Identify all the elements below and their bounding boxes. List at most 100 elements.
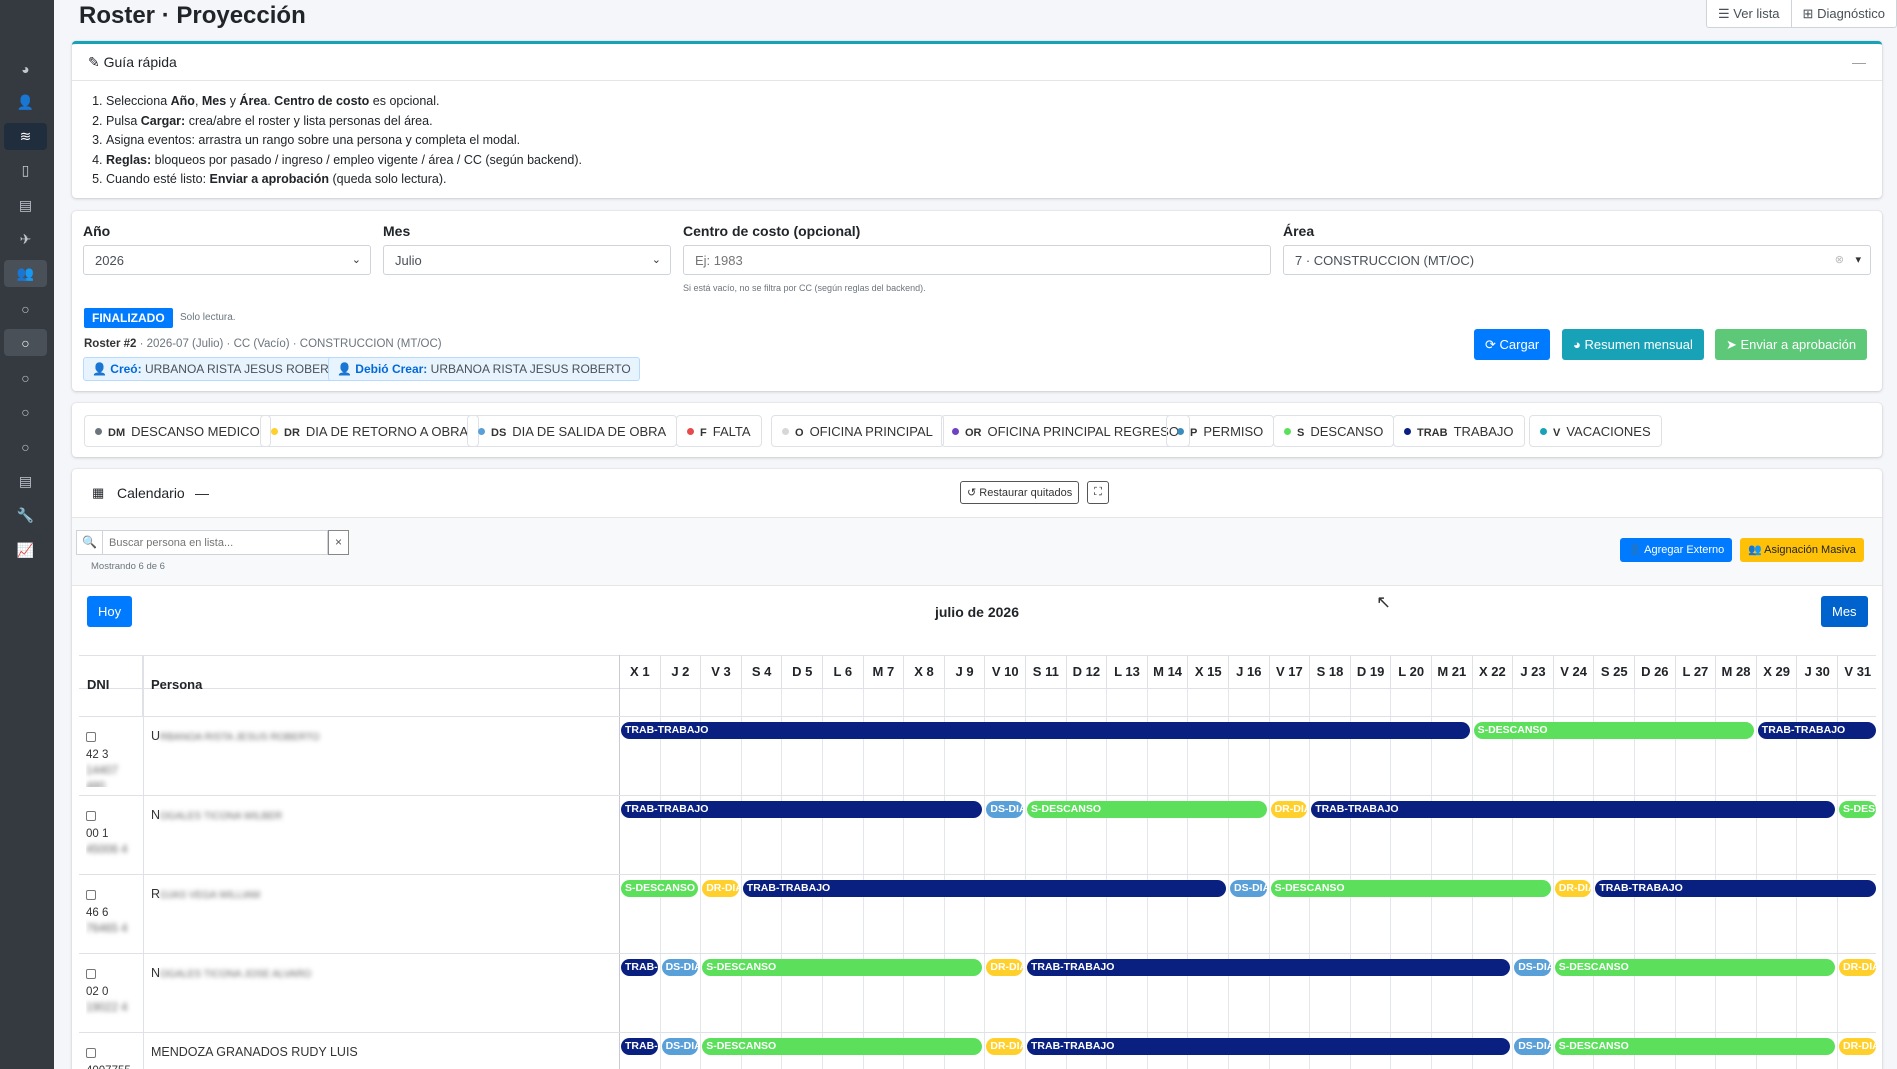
restore-removed-button[interactable]: ↺ Restaurar quitados <box>960 481 1080 504</box>
roster-event-bar[interactable]: S-DESCANSO <box>1473 722 1754 739</box>
month-select[interactable]: Julio ⌄ <box>383 245 671 275</box>
dni-cell: 02 0 19022 4 <box>86 984 136 1024</box>
quick-guide-header[interactable]: ✎ Guía rápida — <box>72 44 1882 81</box>
circle-icon[interactable]: ○ <box>4 329 47 356</box>
roster-event-bar[interactable]: DS-DIA <box>661 1038 699 1055</box>
load-button[interactable]: ⟳ Cargar <box>1474 329 1551 360</box>
user-cog-icon[interactable]: 👤 <box>4 89 47 116</box>
roster-event-bar[interactable]: DR-DIA <box>986 959 1023 976</box>
roster-event-bar[interactable]: DS-DIA <box>661 959 699 976</box>
area-select[interactable]: 7 · CONSTRUCCION (MT/OC) ⊗ ▾ <box>1283 245 1871 275</box>
add-external-button[interactable]: 👤 Agregar Externo <box>1620 538 1733 562</box>
legend-item-o: O OFICINA PRINCIPAL <box>771 415 944 447</box>
roster-event-bar[interactable]: S-DESCANSO <box>702 959 983 976</box>
roster-event-bar[interactable]: DR-DIA <box>1554 880 1592 897</box>
roster-event-bar[interactable]: S-DESCANSO <box>702 1038 983 1055</box>
year-select[interactable]: 2026 ⌄ <box>83 245 371 275</box>
bulk-assign-button[interactable]: 👥 Asignación Masiva <box>1740 538 1864 562</box>
view-list-button[interactable]: ☰ Ver lista <box>1707 0 1792 27</box>
row-divider <box>79 795 1876 796</box>
roster-event-bar[interactable]: DR-DIA <box>1839 1038 1876 1055</box>
clipboard-icon[interactable]: ▤ <box>4 468 47 495</box>
roster-event-bar[interactable]: TRAB-TRABAJO <box>621 1038 658 1055</box>
month-label: Mes <box>383 223 411 239</box>
mobile-icon[interactable]: ▯ <box>4 157 47 184</box>
circle-icon[interactable]: ○ <box>4 295 47 322</box>
cost-center-input[interactable] <box>683 245 1271 275</box>
roster-event-bar[interactable]: DS-DIA <box>1514 959 1551 976</box>
dni-cell: 42 3 14407 480 <box>86 747 136 787</box>
roster-event-bar[interactable]: TRAB-TRABAJO <box>742 880 1226 897</box>
expand-icon[interactable]: ⛶ <box>1087 481 1109 504</box>
users-icon: 👥 <box>1748 544 1765 556</box>
chevron-down-icon: ⌄ <box>351 254 361 266</box>
roster-event-bar[interactable]: S-DESCANSO <box>1027 801 1267 818</box>
legend-dot <box>271 428 278 435</box>
roster-event-bar[interactable]: DS-DIA <box>986 801 1023 818</box>
day-header: D 12 <box>1065 655 1107 689</box>
chart-line-icon[interactable]: 📈 <box>4 537 47 564</box>
roster-event-bar[interactable]: DR-DIA <box>1839 959 1876 976</box>
sidebar: ◕ 👤 ≋ ▯ ▤ ✈ 👥 ○ ○ ○ ○ ○ ▤ 🔧 📈 <box>0 0 54 1069</box>
circle-icon[interactable]: ○ <box>4 364 47 391</box>
row-checkbox[interactable] <box>86 732 96 742</box>
wrench-icon[interactable]: 🔧 <box>4 502 47 529</box>
roster-event-bar[interactable]: DS-DIA <box>1230 880 1267 897</box>
user-check-icon: 👤 <box>337 362 356 376</box>
send-approval-button[interactable]: ➤ Enviar a aprobación <box>1715 329 1868 360</box>
clear-search-button[interactable]: × <box>328 530 349 555</box>
month-view-button[interactable]: Mes <box>1821 596 1868 627</box>
roster-event-bar[interactable]: S-DESCANSO <box>1554 959 1835 976</box>
users-icon[interactable]: 👥 <box>4 260 47 287</box>
circle-icon[interactable]: ○ <box>4 398 47 425</box>
roster-event-bar[interactable]: TRAB-TRABAJO <box>1027 1038 1511 1055</box>
circle-icon[interactable]: ○ <box>4 433 47 460</box>
clear-icon[interactable]: ⊗ <box>1835 253 1844 266</box>
person-search-input[interactable] <box>102 530 328 555</box>
day-header: D 5 <box>781 655 822 689</box>
roster-event-bar[interactable]: DS-DIA <box>1514 1038 1551 1055</box>
clipboard-icon[interactable]: ▤ <box>4 192 47 219</box>
layers-icon[interactable]: ≋ <box>4 123 47 150</box>
day-header: J 2 <box>659 655 701 689</box>
roster-event-bar[interactable]: TRAB-TRABAJO <box>1311 801 1835 818</box>
roster-event-bar[interactable]: DR-DIA <box>1270 801 1308 818</box>
person-name: NOGALES TICONA JOSE ALVARO <box>151 966 311 980</box>
roster-event-bar[interactable]: S-DESC <box>1839 801 1876 818</box>
row-checkbox[interactable] <box>86 811 96 821</box>
collapse-icon[interactable]: — <box>195 485 209 501</box>
roster-event-bar[interactable]: TRAB-TRABAJO <box>1757 722 1876 739</box>
roster-event-bar[interactable]: DR-DIA <box>702 880 739 897</box>
day-header: X 22 <box>1471 655 1513 689</box>
row-checkbox[interactable] <box>86 890 96 900</box>
roster-event-bar[interactable]: S-DESCANSO <box>621 880 699 897</box>
legend-item-dm: DM DESCANSO MEDICO <box>84 415 271 447</box>
roster-event-bar[interactable]: S-DESCANSO <box>1270 880 1551 897</box>
row-checkbox[interactable] <box>86 1048 96 1058</box>
list-icon: ☰ <box>1718 6 1734 21</box>
guide-step: Pulsa Cargar: crea/abre el roster y list… <box>106 112 1882 132</box>
calendar-icon: ▦ <box>92 485 105 500</box>
calendar-card: ▦ Calendario — ↺ Restaurar quitados ⛶ 🔍 … <box>72 469 1882 1069</box>
roster-event-bar[interactable]: TRAB-TRABAJO <box>621 959 658 976</box>
roster-event-bar[interactable]: TRAB-TRABAJO <box>621 801 983 818</box>
monthly-summary-button[interactable]: ◕ Resumen mensual <box>1562 329 1704 360</box>
should-create-chip: 👤 Debió Crear: URBANOA RISTA JESUS ROBER… <box>328 357 640 381</box>
cost-center-help: Si está vacío, no se filtra por CC (segú… <box>683 283 926 293</box>
name-text: N <box>151 808 161 822</box>
guide-text: crea/abre el roster y lista personas del… <box>185 113 433 128</box>
roster-event-bar[interactable]: S-DESCANSO <box>1554 1038 1835 1055</box>
roster-event-bar[interactable]: DR-DIA <box>986 1038 1023 1055</box>
paper-plane-icon: ➤ <box>1726 337 1741 352</box>
row-checkbox[interactable] <box>86 969 96 979</box>
user-plus-icon: 👤 <box>1628 544 1645 556</box>
roster-event-bar[interactable]: TRAB-TRABAJO <box>1027 959 1511 976</box>
roster-event-bar[interactable]: TRAB-TRABAJO <box>1595 880 1876 897</box>
chart-pie-icon[interactable]: ◕ <box>4 55 47 82</box>
collapse-icon[interactable]: — <box>1852 54 1866 70</box>
roster-event-bar[interactable]: TRAB-TRABAJO <box>621 722 1470 739</box>
plane-icon[interactable]: ✈ <box>4 226 47 253</box>
day-gridline <box>1065 689 1067 1069</box>
day-gridline <box>1552 689 1554 1069</box>
diagnostics-button[interactable]: ⊞ Diagnóstico <box>1792 0 1896 27</box>
